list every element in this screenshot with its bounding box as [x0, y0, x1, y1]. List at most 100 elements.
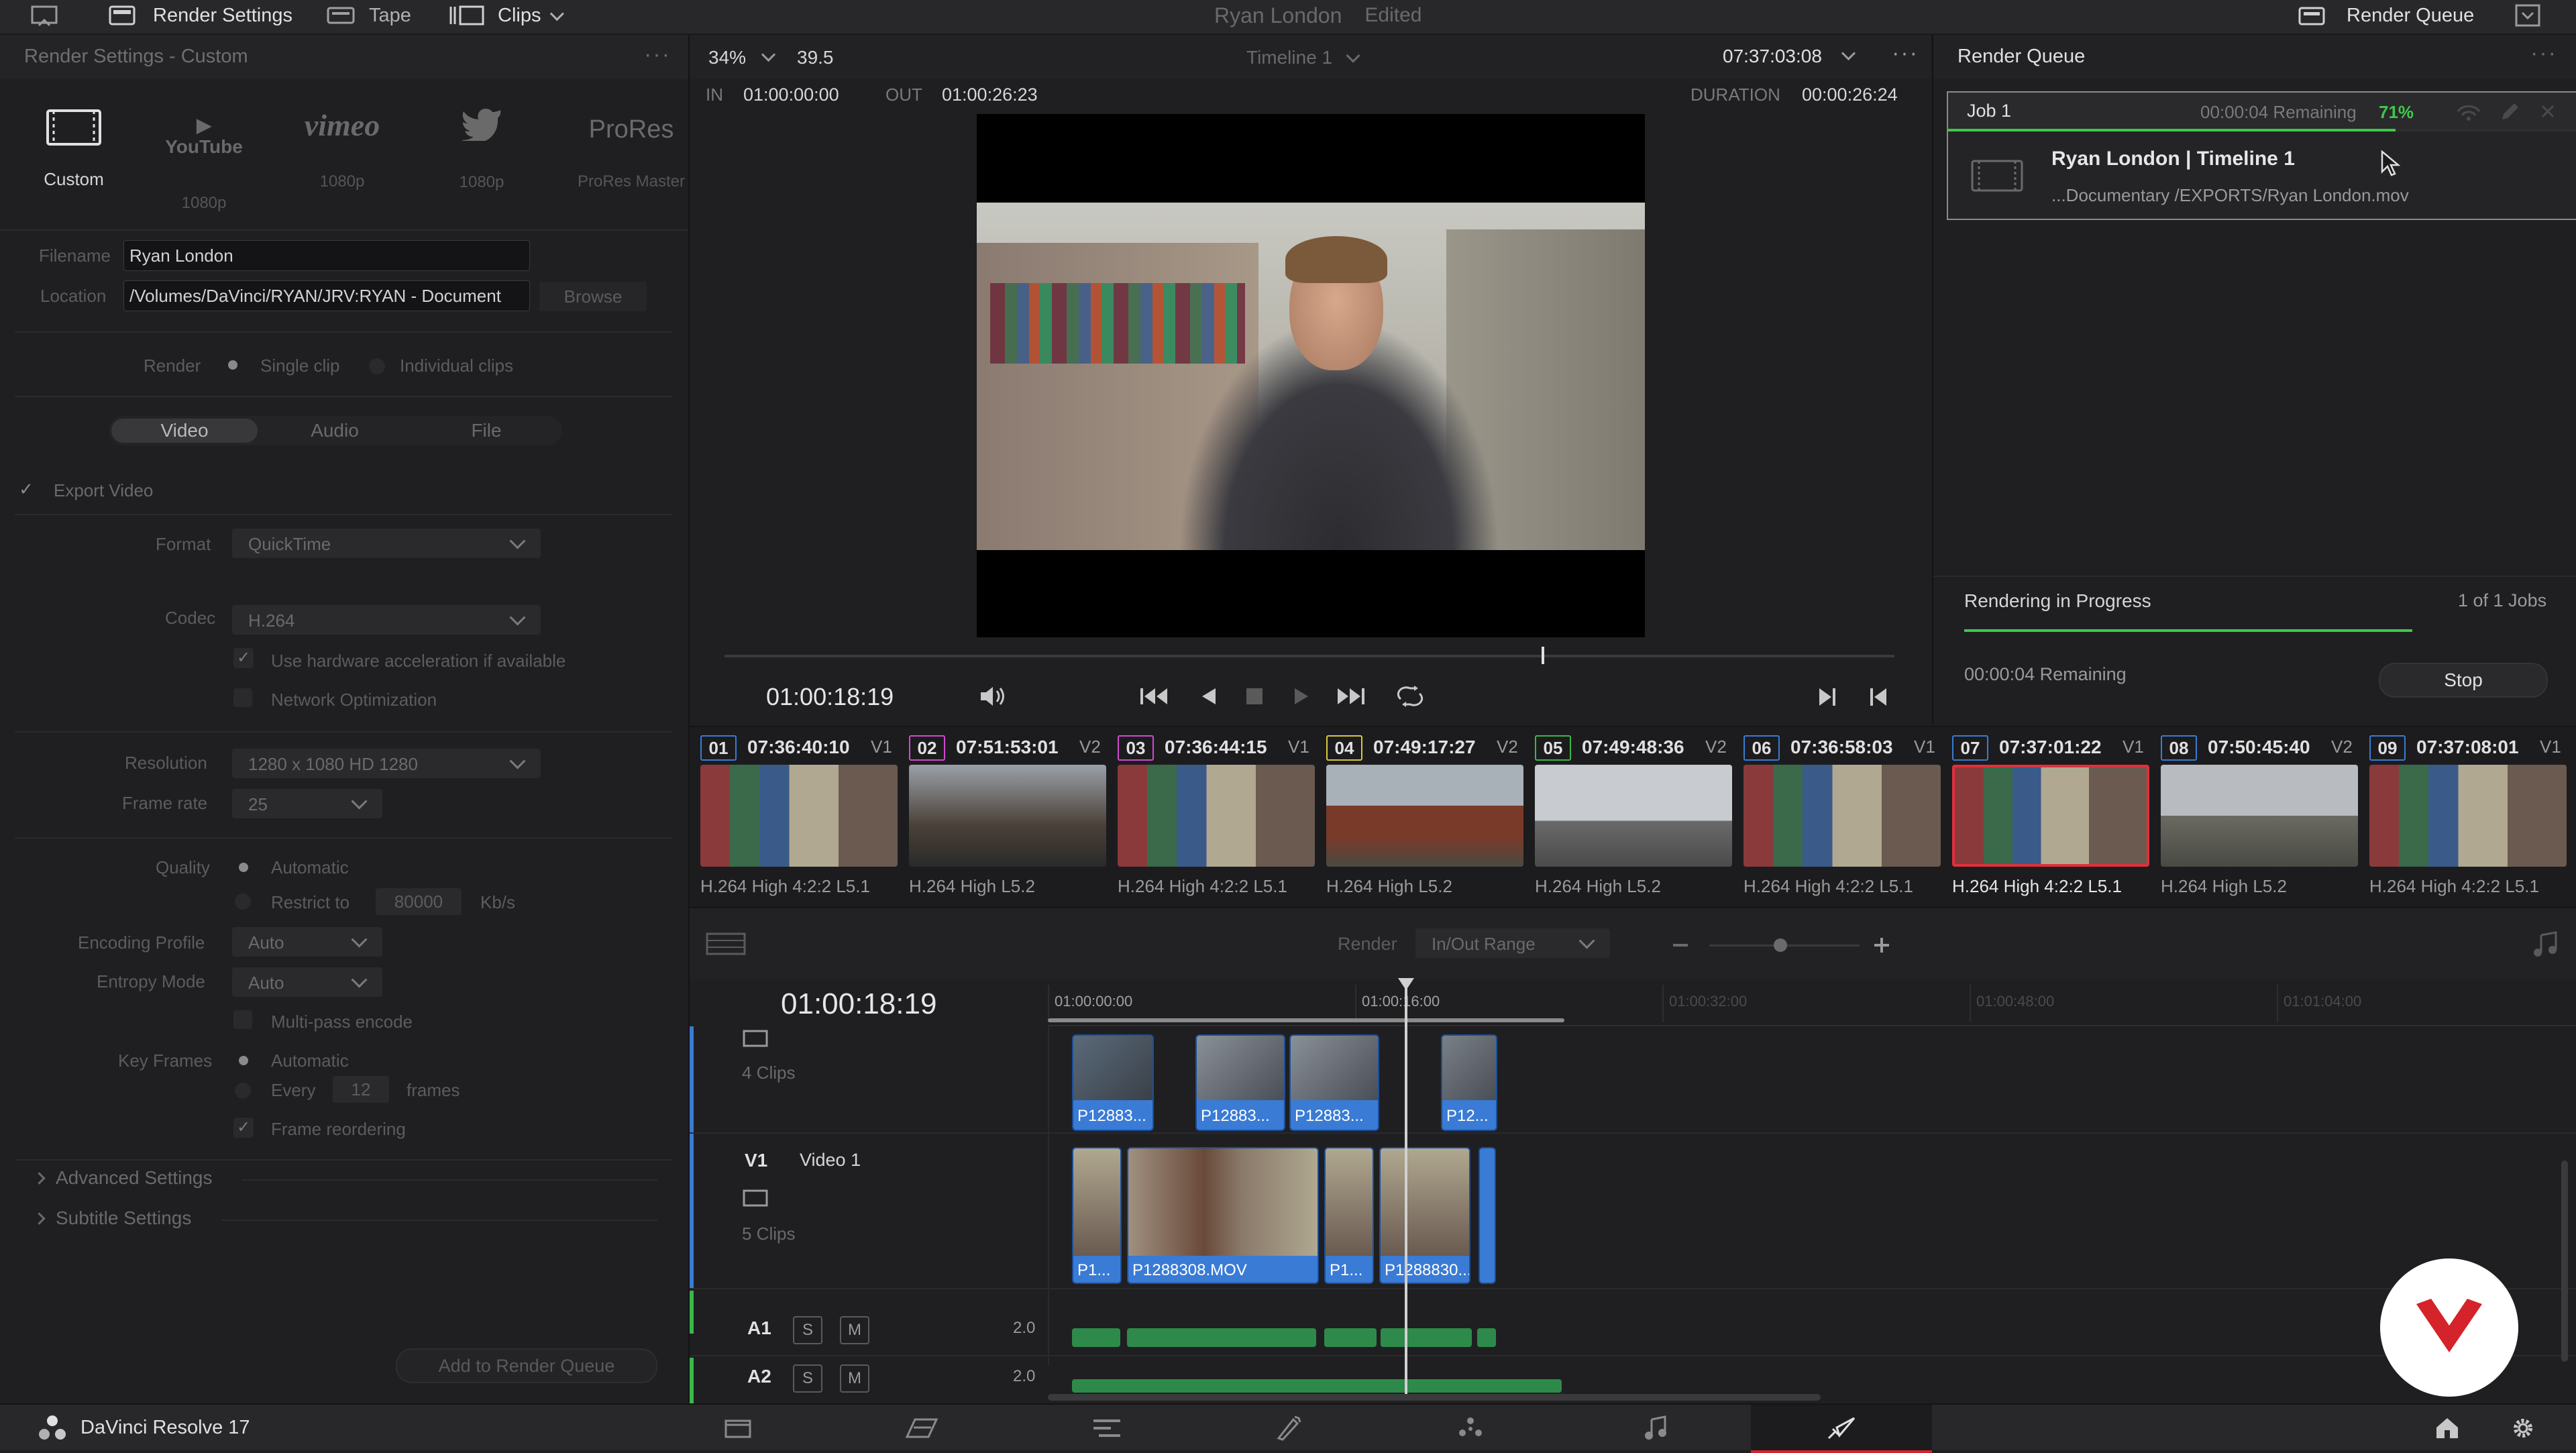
zoom-level[interactable]: 34% [708, 47, 746, 68]
previous-clip-icon[interactable] [1868, 687, 1889, 707]
every-value-field[interactable]: 12 [333, 1076, 389, 1103]
clip-card[interactable]: 06 07:36:58:03 V1 H.264 High 4:2:2 L5.1 [1743, 727, 1945, 906]
clip-card[interactable]: 04 07:49:17:27 V2 H.264 High L5.2 [1326, 727, 1527, 906]
loop-icon[interactable] [1394, 684, 1426, 708]
audio-clip[interactable] [1072, 1328, 1120, 1347]
preset-youtube[interactable]: ▶ YouTube 1080p [157, 114, 251, 215]
subtitle-settings-toggle[interactable]: Subtitle Settings [33, 1207, 191, 1229]
audio-clip[interactable] [1072, 1379, 1562, 1393]
single-clip-radio[interactable] [228, 360, 237, 370]
entropy-mode-dropdown[interactable]: Auto [232, 967, 382, 997]
timeline-clip[interactable]: P12883... [1195, 1034, 1285, 1131]
timeline-view-icon[interactable] [706, 932, 746, 955]
restrict-value-field[interactable]: 80000 [376, 888, 462, 915]
workspace-toggle-icon[interactable] [30, 4, 59, 28]
tab-file[interactable]: File [413, 419, 559, 443]
edit-page-icon[interactable] [1091, 1417, 1123, 1440]
browse-button[interactable]: Browse [539, 282, 647, 311]
scrubber-playhead[interactable] [1542, 647, 1544, 664]
codec-dropdown[interactable]: H.264 [232, 605, 541, 635]
media-page-icon[interactable] [723, 1417, 753, 1440]
tape-tab[interactable]: Tape [326, 0, 411, 31]
play-icon[interactable] [1292, 687, 1311, 706]
deliver-page-tab[interactable] [1751, 1405, 1932, 1453]
queue-options-icon[interactable]: ··· [2530, 40, 2557, 66]
preset-prores[interactable]: ProRes ProRes Master [574, 115, 688, 216]
clip-card[interactable]: 05 07:49:48:36 V2 H.264 High L5.2 [1535, 727, 1736, 906]
encoding-profile-dropdown[interactable]: Auto [232, 927, 382, 957]
audio-clip[interactable] [1324, 1328, 1377, 1347]
clip-card[interactable]: 02 07:51:53:01 V2 H.264 High L5.2 [909, 727, 1110, 906]
filename-field[interactable]: Ryan London [123, 240, 530, 271]
quality-automatic-radio[interactable] [239, 863, 248, 872]
individual-clips-radio[interactable] [369, 358, 385, 374]
clip-card[interactable]: 01 07:36:40:10 V1 H.264 High 4:2:2 L5.1 [700, 727, 902, 906]
panel-collapse-icon[interactable] [2514, 3, 2541, 28]
audio-clip[interactable] [1381, 1328, 1472, 1347]
track-v2-monitor-icon[interactable] [742, 1029, 769, 1049]
resolution-dropdown[interactable]: 1280 x 1080 HD 1280 [232, 749, 541, 778]
tab-video[interactable]: Video [111, 419, 258, 443]
frame-reordering-checkbox[interactable]: ✓ [233, 1118, 254, 1138]
skip-to-end-icon[interactable] [1336, 686, 1366, 707]
fairlight-page-icon[interactable] [1644, 1415, 1668, 1441]
play-reverse-icon[interactable] [1199, 687, 1218, 706]
clip-card[interactable]: 08 07:50:45:40 V2 H.264 High L5.2 [2161, 727, 2362, 906]
clip-card[interactable]: 07 07:37:01:22 V1 H.264 High 4:2:2 L5.1 [1952, 727, 2153, 906]
playhead-handle[interactable] [1398, 978, 1414, 990]
viewer-scrubber[interactable] [724, 647, 1894, 664]
preset-custom[interactable]: Custom [27, 109, 121, 203]
audio-meter-icon[interactable] [2532, 931, 2559, 958]
zoom-out-icon[interactable] [1672, 936, 1689, 954]
timeline-clip[interactable]: P1... [1072, 1147, 1122, 1284]
edit-job-icon[interactable] [2500, 102, 2520, 122]
timeline-zoom-slider[interactable] [1709, 938, 1860, 952]
remote-render-icon[interactable] [2455, 102, 2482, 122]
vertical-scrollbar[interactable] [2561, 1161, 2568, 1362]
network-optimization-checkbox[interactable] [233, 688, 252, 707]
next-clip-icon[interactable] [1817, 687, 1838, 707]
fusion-page-icon[interactable] [1275, 1415, 1301, 1441]
skip-to-start-icon[interactable] [1139, 686, 1169, 707]
tab-audio[interactable]: Audio [262, 419, 408, 443]
home-icon[interactable] [2434, 1415, 2461, 1440]
render-queue-tab[interactable]: Render Queue [2297, 0, 2474, 31]
timeline-clip[interactable]: P1288830... [1379, 1147, 1470, 1284]
timeline-selector[interactable]: Timeline 1 [1246, 47, 1360, 68]
multipass-checkbox[interactable] [233, 1010, 252, 1029]
clip-card[interactable]: 03 07:36:44:15 V1 H.264 High 4:2:2 L5.1 [1118, 727, 1319, 906]
viewer-options-icon[interactable]: ··· [1892, 40, 1919, 66]
cut-page-icon[interactable] [904, 1417, 939, 1440]
format-dropdown[interactable]: QuickTime [232, 529, 541, 558]
timeline-playhead[interactable] [1405, 979, 1407, 1395]
location-field[interactable]: /Volumes/DaVinci/RYAN/JRV:RYAN - Documen… [123, 280, 530, 311]
track-a2-solo-button[interactable]: S [793, 1364, 822, 1393]
options-menu-icon[interactable]: ··· [644, 42, 671, 68]
render-range-dropdown[interactable]: In/Out Range [1415, 928, 1610, 958]
advanced-settings-toggle[interactable]: Advanced Settings [33, 1167, 213, 1189]
track-a1-solo-button[interactable]: S [793, 1316, 822, 1344]
zoom-in-icon[interactable] [1873, 936, 1890, 954]
keyframes-every-radio[interactable] [235, 1083, 251, 1099]
track-a2-mute-button[interactable]: M [840, 1364, 869, 1393]
video-frame[interactable] [977, 114, 1645, 637]
delete-job-icon[interactable] [2540, 103, 2556, 119]
timeline-clip[interactable]: P1... [1324, 1147, 1374, 1284]
hw-accel-checkbox[interactable]: ✓ [233, 648, 254, 668]
timeline-clip[interactable] [1479, 1147, 1496, 1284]
zoom-slider-handle[interactable] [1774, 938, 1787, 952]
timeline-clip[interactable]: P12883... [1072, 1034, 1154, 1131]
timeline-clip[interactable]: P1288308.MOV [1127, 1147, 1319, 1284]
color-page-icon[interactable] [1457, 1415, 1484, 1441]
preset-twitter[interactable]: 1080p [435, 106, 529, 213]
stop-icon[interactable] [1245, 687, 1264, 706]
frame-rate-dropdown[interactable]: 25 [232, 789, 382, 818]
volume-icon[interactable] [978, 684, 1008, 708]
audio-clip[interactable] [1127, 1328, 1316, 1347]
track-v1-monitor-icon[interactable] [742, 1189, 769, 1209]
restrict-to-radio[interactable] [235, 894, 251, 910]
render-job-card[interactable]: Job 1 00:00:04 Remaining 71% Ryan London… [1947, 91, 2576, 220]
horizontal-scrollbar[interactable] [1048, 1394, 1821, 1401]
render-settings-tab[interactable]: Render Settings [107, 0, 292, 31]
export-video-checkbox[interactable]: ✓ [15, 478, 38, 500]
